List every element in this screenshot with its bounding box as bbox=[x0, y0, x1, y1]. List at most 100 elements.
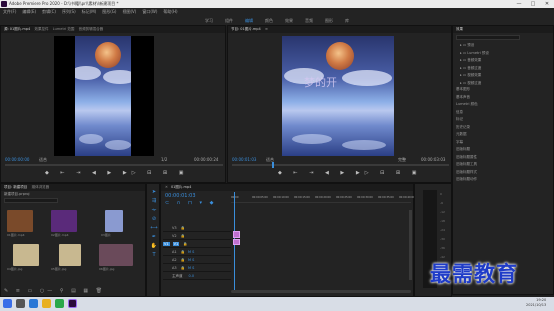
timeline-toolbar[interactable]: ⊂ ∩ ⊓ ▾ ◆ bbox=[165, 200, 216, 206]
folder-icon[interactable] bbox=[42, 299, 51, 308]
menu-sequence[interactable]: 序列(S) bbox=[62, 9, 76, 14]
project-thumb-4[interactable] bbox=[13, 244, 39, 266]
menu-view[interactable]: 视图(V) bbox=[122, 9, 136, 14]
project-search-input[interactable] bbox=[4, 198, 58, 203]
overlay-title-text[interactable]: 梦的开 bbox=[304, 74, 337, 90]
source-transport-controls[interactable]: ◆ ⇤ ⇥ ◀ ▶ ▶▷ ⊟ ⊞ ▣ bbox=[45, 170, 188, 176]
source-patch-v1[interactable]: V1 bbox=[163, 242, 170, 246]
tab-audio-mixer[interactable]: 音频剪辑混合器 bbox=[79, 27, 104, 31]
source-resolution-dropdown[interactable]: 1/2 bbox=[161, 157, 167, 162]
close-icon[interactable]: ✕ bbox=[165, 185, 168, 189]
project-thumb-6[interactable] bbox=[99, 244, 133, 266]
premiere-taskbar-icon[interactable] bbox=[68, 299, 77, 308]
close-button[interactable]: ✕ bbox=[540, 0, 554, 8]
track-a1[interactable]: A1 🔒 M S bbox=[163, 248, 231, 256]
panel-legacy-title[interactable]: 旧版标题 bbox=[453, 146, 553, 154]
panel-info[interactable]: 信息 bbox=[453, 109, 553, 117]
source-fit-dropdown[interactable]: 适合 bbox=[39, 157, 47, 163]
tab-media-browser[interactable]: 媒体浏览器 bbox=[32, 185, 50, 189]
panel-captions[interactable]: 字幕 bbox=[453, 139, 553, 147]
project-footer-controls[interactable]: ✎ ≡ ▭ ○— ⚲ ▤ ▦ 🗑 bbox=[4, 288, 105, 294]
workspace-editing[interactable]: 编辑 bbox=[245, 18, 253, 23]
chrome-icon[interactable] bbox=[55, 299, 64, 308]
lock-icon[interactable]: 🔒 bbox=[183, 242, 187, 246]
workspace-learn[interactable]: 学习 bbox=[205, 18, 213, 23]
menu-window[interactable]: 窗口(W) bbox=[142, 9, 157, 14]
panel-markers[interactable]: 标记 bbox=[453, 116, 553, 124]
track-v1[interactable]: V1 V1 🔒 bbox=[163, 240, 231, 248]
menu-graphics[interactable]: 图形(G) bbox=[102, 9, 116, 14]
panel-legacy-title-properties[interactable]: 旧版标题属性 bbox=[453, 154, 553, 162]
panel-metadata[interactable]: 元数据 bbox=[453, 131, 553, 139]
menu-marker[interactable]: 标记(M) bbox=[82, 9, 97, 14]
panel-legacy-title-styles[interactable]: 旧版标题样式 bbox=[453, 169, 553, 177]
project-thumb-3[interactable] bbox=[105, 210, 123, 232]
program-scrubber[interactable] bbox=[232, 162, 449, 168]
track-master[interactable]: 主声道 0.0 bbox=[163, 272, 231, 280]
workspace-assembly[interactable]: 组件 bbox=[225, 18, 233, 23]
menu-clip[interactable]: 剪辑(C) bbox=[42, 9, 56, 14]
clip-v2[interactable] bbox=[233, 239, 240, 245]
menu-help[interactable]: 帮助(H) bbox=[163, 9, 177, 14]
clip-v3[interactable] bbox=[233, 231, 240, 238]
panel-legacy-title-actions[interactable]: 旧版标题动作 bbox=[453, 176, 553, 184]
start-icon[interactable] bbox=[3, 299, 12, 308]
panel-essential-sound[interactable]: 基本声音 bbox=[453, 94, 553, 102]
panel-legacy-title-tools[interactable]: 旧版标题工具 bbox=[453, 161, 553, 169]
lock-icon[interactable]: 🔒 bbox=[181, 258, 185, 262]
source-video-frame[interactable] bbox=[54, 36, 154, 156]
tab-sequence[interactable]: 01图片.mp4 bbox=[171, 185, 191, 189]
tab-project[interactable]: 项目: 新建项目 bbox=[4, 185, 27, 189]
folder-audio-transitions[interactable]: ▸ ▭ 音频过渡 bbox=[457, 65, 553, 73]
panel-lumetri-color[interactable]: Lumetri 颜色 bbox=[453, 101, 553, 109]
workspace-audio[interactable]: 音频 bbox=[305, 18, 313, 23]
workspace-color[interactable]: 颜色 bbox=[265, 18, 273, 23]
timeline-vertical-scrollbar[interactable] bbox=[409, 210, 412, 280]
program-video-frame[interactable]: 梦的开 bbox=[282, 36, 394, 156]
workspace-graphics[interactable]: 图形 bbox=[325, 18, 333, 23]
lock-icon[interactable]: 🔒 bbox=[181, 234, 185, 238]
workspace-effects[interactable]: 效果 bbox=[285, 18, 293, 23]
panel-essential-graphics[interactable]: 基本图形 bbox=[453, 86, 553, 94]
lock-icon[interactable]: 🔒 bbox=[181, 266, 185, 270]
tab-effect-controls[interactable]: 效果控件 bbox=[35, 27, 49, 31]
folder-presets[interactable]: ▸ ▭ 预设 bbox=[457, 42, 553, 50]
program-resolution-dropdown[interactable]: 完整 bbox=[398, 157, 406, 163]
folder-lumetri-presets[interactable]: ▸ ▭ Lumetri 预设 bbox=[457, 50, 553, 58]
minimize-button[interactable]: — bbox=[512, 0, 526, 8]
master-volume[interactable]: 0.0 bbox=[189, 274, 195, 278]
search-icon[interactable] bbox=[16, 299, 25, 308]
program-timecode[interactable]: 00:00:01:03 bbox=[232, 157, 256, 162]
workspace-libraries[interactable]: 库 bbox=[345, 18, 349, 23]
source-timecode-in[interactable]: 00:00:00:00 bbox=[5, 157, 29, 162]
maximize-button[interactable]: □ bbox=[526, 0, 540, 8]
effects-search-input[interactable] bbox=[456, 35, 520, 40]
folder-audio-effects[interactable]: ▸ ▭ 音频效果 bbox=[457, 57, 553, 65]
track-v2[interactable]: V2 🔒 bbox=[163, 232, 231, 240]
lock-icon[interactable]: 🔒 bbox=[181, 250, 185, 254]
menu-file[interactable]: 文件(F) bbox=[3, 9, 16, 14]
program-playhead[interactable] bbox=[272, 162, 274, 168]
tab-program[interactable]: 节目: 01图片.mp4 bbox=[231, 27, 261, 31]
folder-video-effects[interactable]: ▸ ▭ 视频效果 bbox=[457, 72, 553, 80]
clock[interactable]: 19:20 2021/10/13 bbox=[526, 298, 546, 308]
tab-lumetri-scopes[interactable]: Lumetri 范围 bbox=[53, 27, 75, 31]
menu-edit[interactable]: 编辑(E) bbox=[22, 9, 36, 14]
project-thumb-5[interactable] bbox=[59, 244, 81, 266]
program-transport-controls[interactable]: ◆ ⇤ ⇥ ◀ ▶ ▶▷ ⊟ ⊞ ▣ bbox=[278, 170, 421, 176]
panel-history[interactable]: 历史记录 bbox=[453, 124, 553, 132]
lock-icon[interactable]: 🔒 bbox=[181, 226, 185, 230]
project-thumb-2[interactable] bbox=[51, 210, 77, 232]
timeline-horizontal-scrollbar[interactable] bbox=[231, 290, 411, 293]
tab-source[interactable]: 源: 01图片.mp4 bbox=[4, 27, 30, 31]
track-a3[interactable]: A3 🔒 M S bbox=[163, 264, 231, 272]
track-v3[interactable]: V3 🔒 bbox=[163, 224, 231, 232]
timeline-timecode[interactable]: 00:00:01:03 bbox=[165, 193, 196, 199]
edge-icon[interactable] bbox=[29, 299, 38, 308]
effects-title[interactable]: 效果 bbox=[456, 27, 463, 31]
project-thumb-1[interactable] bbox=[7, 210, 33, 232]
track-a2[interactable]: A2 🔒 M S bbox=[163, 256, 231, 264]
source-scrubber[interactable] bbox=[5, 164, 223, 166]
tool-list[interactable]: ➤ ⇶ ⟛ ⊘ ⟷ ✒ ✋ T bbox=[150, 188, 158, 260]
program-menu-icon[interactable]: ≡ bbox=[265, 27, 268, 31]
